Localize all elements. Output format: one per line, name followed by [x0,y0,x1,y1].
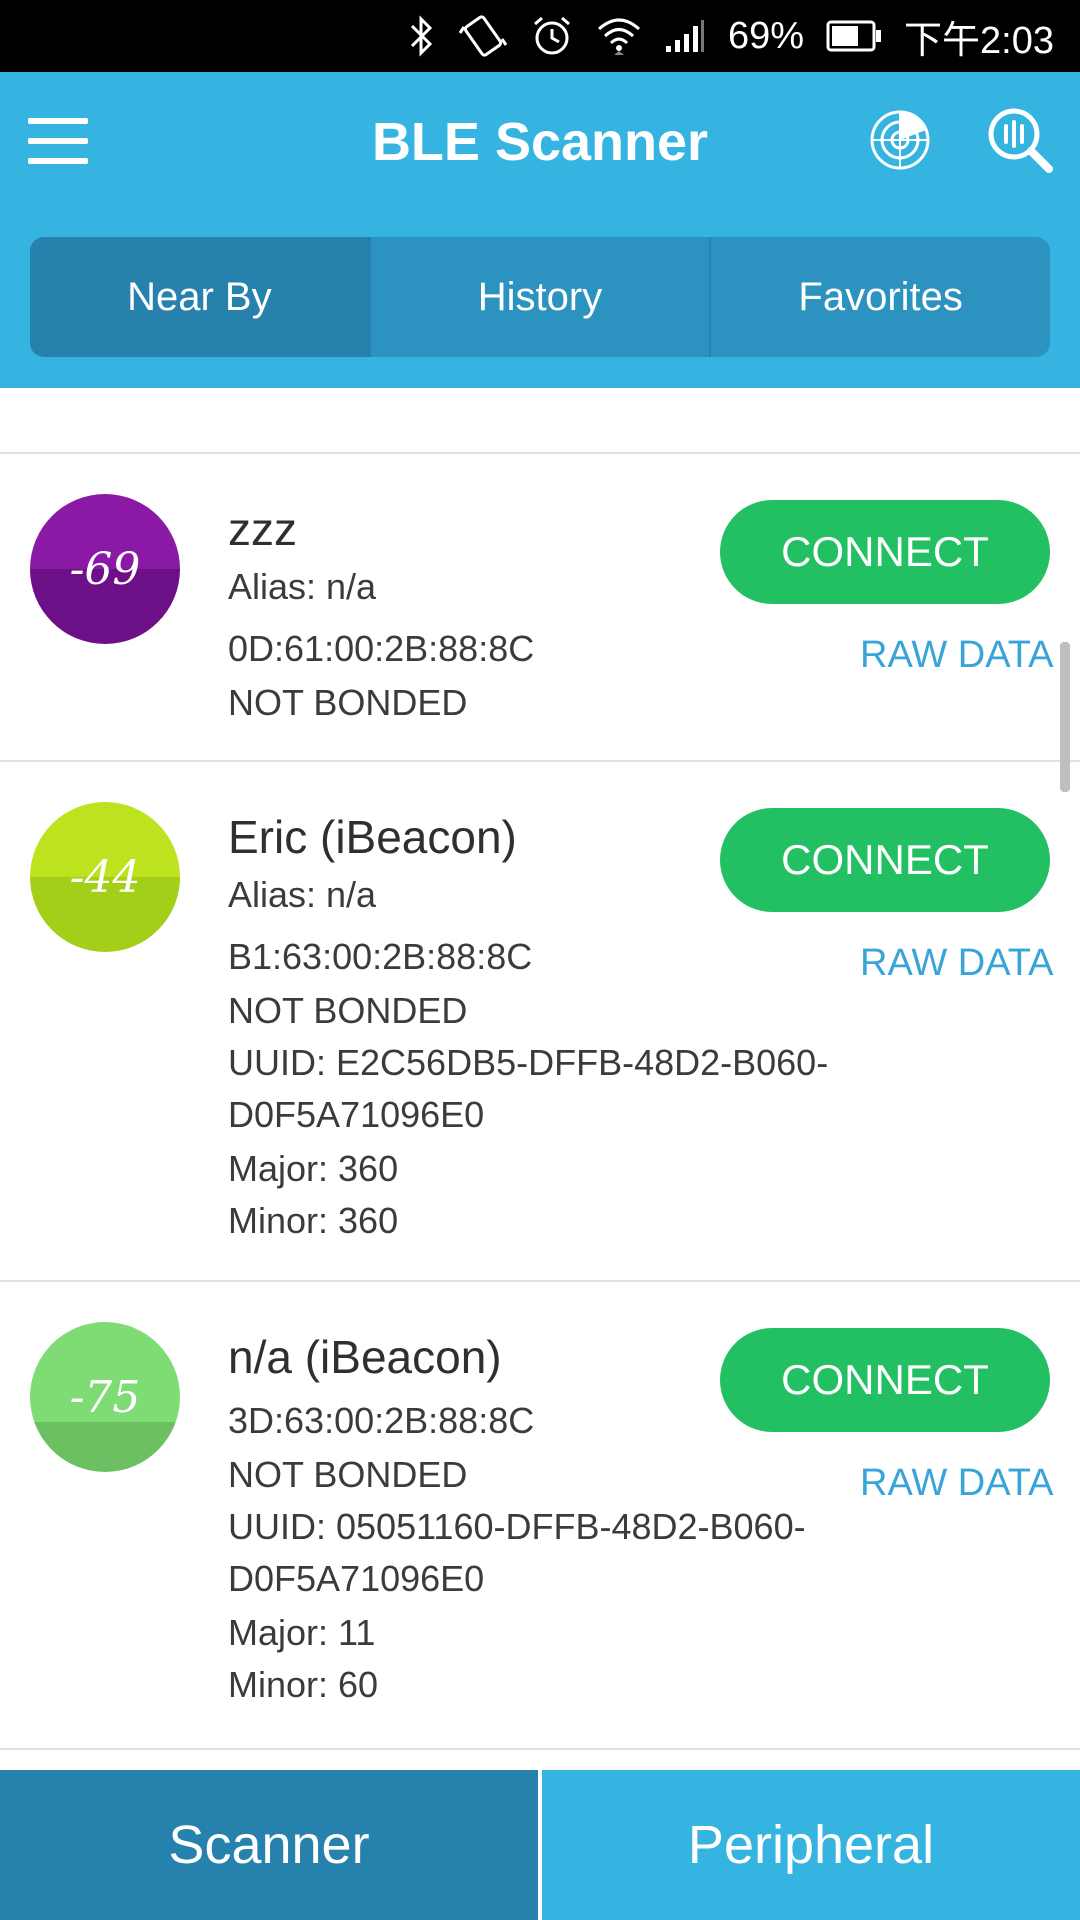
connect-button[interactable]: CONNECT [720,1328,1050,1432]
radar-icon[interactable] [868,108,932,172]
device-list[interactable]: -69 zzz Alias: n/a 0D:61:00:2B:88:8C NOT… [0,388,1080,1770]
device-name: zzz [228,503,297,555]
device-alias: Alias: n/a [228,874,377,915]
device-name: Eric (iBeacon) [228,811,517,863]
bond-status: NOT BONDED [228,682,468,723]
raw-data-button[interactable]: RAW DATA [860,634,1054,677]
device-address: 3D:63:00:2B:88:8C [228,1400,535,1441]
rssi-value: -75 [69,1371,141,1423]
vibrate-icon [458,0,508,72]
bottom-tab-scanner[interactable]: Scanner [0,1770,542,1920]
signal-icon [664,0,706,72]
app-bar: BLE Scanner Near By History Favorites [0,72,1080,388]
clock-time: 下午2:03 [904,19,1054,62]
bond-status: NOT BONDED [228,990,468,1031]
raw-data-button[interactable]: RAW DATA [860,942,1054,985]
rssi-badge: -69 [30,494,180,644]
bluetooth-icon [406,0,436,72]
rssi-value: -69 [69,543,141,595]
tab-history[interactable]: History [371,237,712,357]
bottom-nav: Scanner Peripheral [0,1770,1080,1920]
beacon-uuid: UUID: E2C56DB5-DFFB-48D2-B060- [228,1042,829,1083]
device-address: 0D:61:00:2B:88:8C [228,628,535,669]
beacon-major: Major: 11 [228,1612,376,1653]
beacon-minor: Minor: 60 [228,1664,379,1705]
beacon-uuid-cont: D0F5A71096E0 [228,1558,485,1599]
tab-favorites[interactable]: Favorites [711,237,1050,357]
beacon-uuid: UUID: 05051160-DFFB-48D2-B060- [228,1506,806,1547]
search-icon[interactable] [986,106,1054,174]
bottom-tab-peripheral[interactable]: Peripheral [542,1770,1080,1920]
beacon-major: Major: 360 [228,1148,399,1189]
battery-icon [826,0,882,72]
rssi-badge: -44 [30,802,180,952]
tab-bar: Near By History Favorites [30,237,1050,357]
alarm-icon [530,0,574,72]
device-address: B1:63:00:2B:88:8C [228,936,533,977]
rssi-badge: -75 [30,1322,180,1472]
device-row[interactable]: -69 zzz Alias: n/a 0D:61:00:2B:88:8C NOT… [0,452,1080,762]
device-row[interactable]: -44 Eric (iBeacon) Alias: n/a B1:63:00:2… [0,760,1080,1282]
wifi-icon [596,0,642,72]
scrollbar-thumb[interactable] [1060,642,1070,792]
raw-data-button[interactable]: RAW DATA [860,1462,1054,1505]
tab-near-by[interactable]: Near By [30,237,371,357]
device-row[interactable]: -75 n/a (iBeacon) 3D:63:00:2B:88:8C NOT … [0,1280,1080,1750]
rssi-value: -44 [69,851,141,903]
battery-percent: 69% [727,14,805,57]
connect-button[interactable]: CONNECT [720,500,1050,604]
connect-button[interactable]: CONNECT [720,808,1050,912]
list-divider [0,1748,1080,1750]
beacon-minor: Minor: 360 [228,1200,399,1241]
device-name: n/a (iBeacon) [228,1331,502,1383]
device-alias: Alias: n/a [228,566,377,607]
status-bar: 69% 下午2:03 [0,0,1080,72]
beacon-uuid-cont: D0F5A71096E0 [228,1094,485,1135]
bond-status: NOT BONDED [228,1454,468,1495]
